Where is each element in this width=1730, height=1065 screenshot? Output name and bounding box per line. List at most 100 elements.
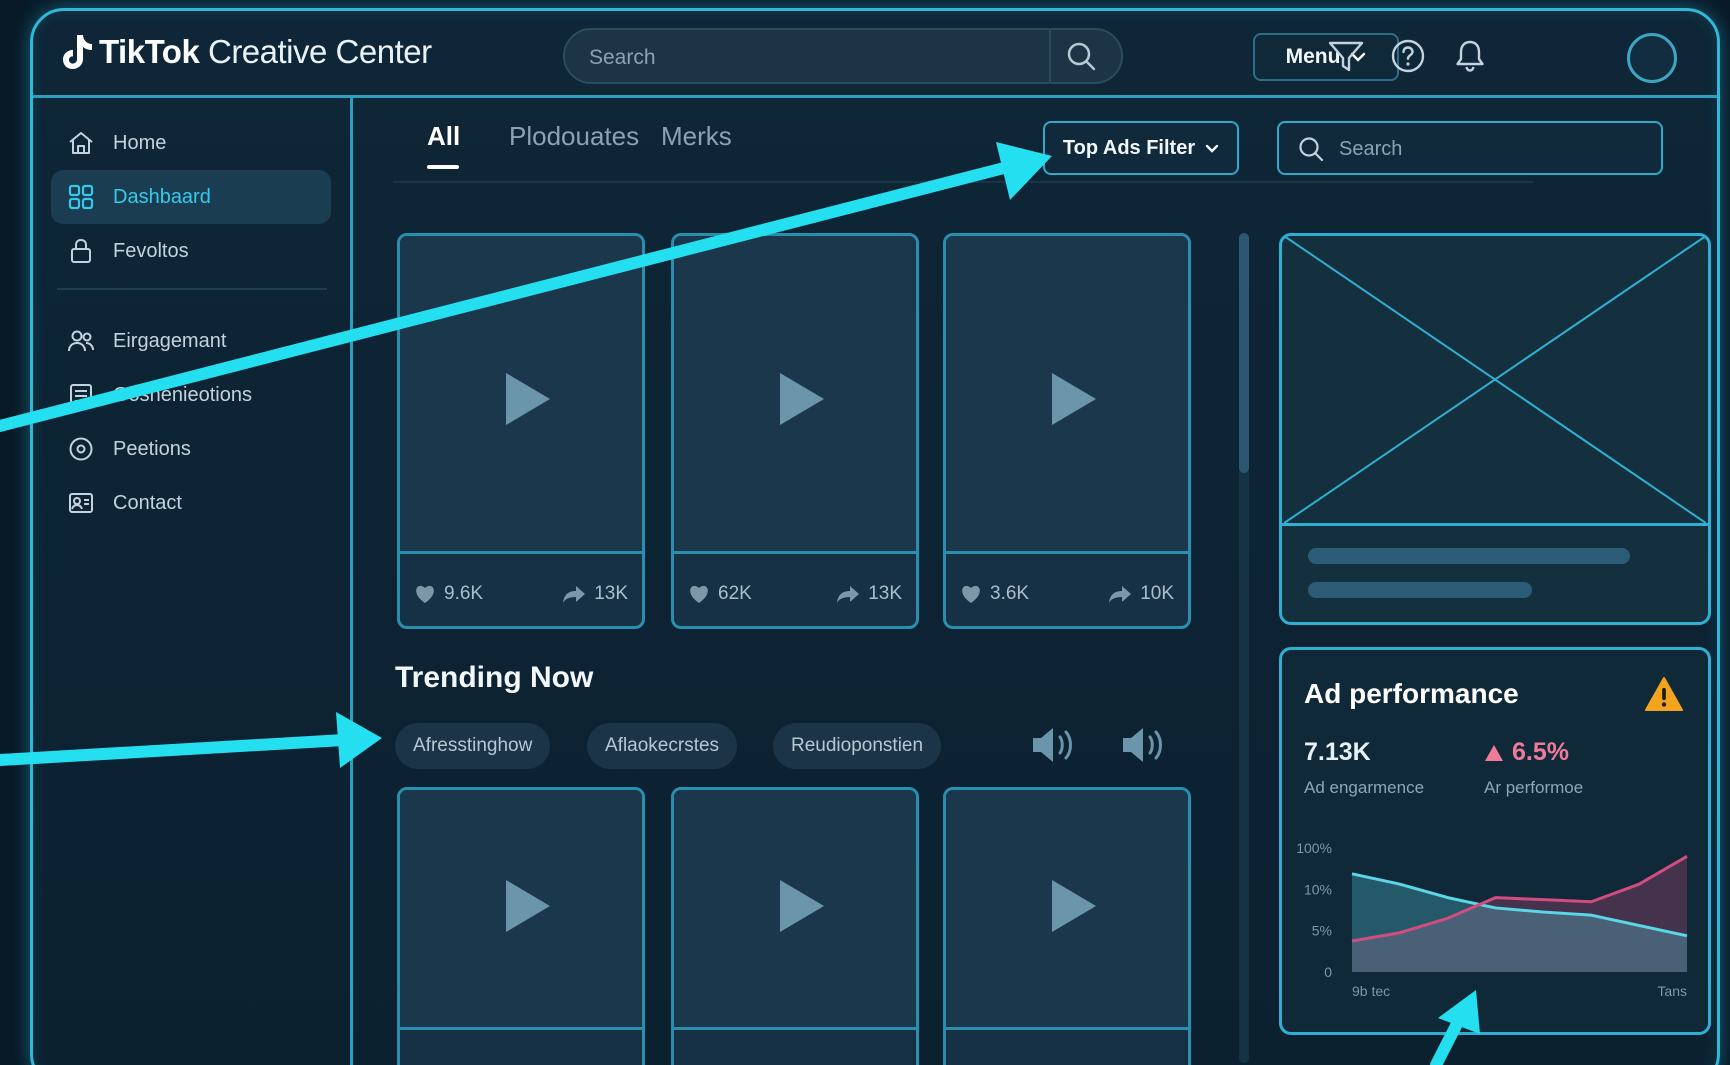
app-window: TikTok Creative Center Search Menu Home … (30, 8, 1720, 1065)
sidebar: Home Dashbaard Fevoltos Eirgagemant Gosn… (33, 98, 353, 1065)
y-tick-label: 100% (1296, 840, 1332, 856)
shares-count: 10K (1140, 583, 1174, 604)
sidebar-divider (57, 288, 327, 290)
y-tick-label: 5% (1312, 923, 1332, 939)
tab-label: Plodouates (509, 121, 640, 151)
tab-all[interactable]: All (427, 121, 461, 169)
shares-stat: 13K (836, 583, 902, 605)
tab-products[interactable]: Plodouates (509, 121, 639, 152)
play-icon[interactable] (778, 878, 826, 934)
shares-stat: 13K (562, 583, 628, 605)
content-search-input[interactable]: Search (1277, 121, 1663, 175)
play-icon[interactable] (778, 371, 826, 427)
sidebar-item-label: Gosnenieotions (113, 383, 252, 406)
skeleton-line (1308, 548, 1630, 564)
speaker-icon[interactable] (1029, 723, 1081, 767)
scrollbar-thumb[interactable] (1239, 233, 1249, 473)
performance-label: Ar performoe (1484, 778, 1584, 797)
play-icon[interactable] (1050, 878, 1098, 934)
y-tick-label: 10% (1304, 881, 1332, 897)
sidebar-item-home[interactable]: Home (51, 116, 331, 170)
engagement-value: 7.13K (1304, 738, 1371, 766)
sidebar-item-label: Home (113, 131, 167, 154)
performance-value: 6.5% (1484, 738, 1569, 767)
heart-icon (690, 585, 708, 603)
grid-icon (68, 184, 94, 210)
engagement-label: Ad engarmence (1304, 778, 1425, 797)
avatar[interactable] (1627, 33, 1677, 83)
video-card[interactable] (671, 787, 919, 1065)
share-icon (837, 586, 860, 603)
x-tick-label: 9b tec (1352, 983, 1390, 999)
active-tab-indicator (427, 165, 459, 169)
play-icon[interactable] (504, 878, 552, 934)
video-stats: 62K 13K (674, 562, 916, 626)
sidebar-item-contact[interactable]: Contact (51, 476, 331, 530)
bell-icon[interactable] (1451, 37, 1489, 75)
filter-icon[interactable] (1327, 37, 1365, 75)
likes-count: 3.6K (990, 583, 1030, 604)
performance-value-text: 6.5% (1512, 738, 1569, 766)
sidebar-item-label: Eirgagemant (113, 329, 227, 352)
shares-count: 13K (594, 583, 628, 604)
contact-icon (69, 493, 93, 513)
likes-stat: 62K (688, 583, 752, 605)
share-icon (1109, 586, 1132, 603)
video-card[interactable] (943, 787, 1191, 1065)
top-search-divider (1049, 30, 1051, 82)
trending-title: Trending Now (395, 661, 594, 694)
search-icon[interactable] (1065, 40, 1099, 74)
likes-stat: 3.6K (960, 583, 1029, 605)
trend-chip[interactable]: Reudioponstien (773, 723, 942, 769)
sidebar-item-petitions[interactable]: Peetions (51, 422, 331, 476)
content-search-placeholder: Search (1339, 138, 1403, 160)
sidebar-item-dashboard[interactable]: Dashbaard (51, 170, 331, 224)
top-ads-filter-button[interactable]: Top Ads Filter (1043, 121, 1239, 175)
heart-icon (962, 585, 980, 603)
image-placeholder-card[interactable] (1279, 233, 1711, 625)
tab-marks[interactable]: Merks (661, 121, 732, 152)
play-icon[interactable] (504, 371, 552, 427)
video-card[interactable]: 62K 13K (671, 233, 919, 629)
video-card[interactable] (397, 787, 645, 1065)
sidebar-item-generations[interactable]: Gosnenieotions (51, 368, 331, 422)
play-icon[interactable] (1050, 371, 1098, 427)
menu-button[interactable]: Menu (1253, 33, 1399, 81)
video-stats: 9.6K 13K (400, 562, 642, 626)
skeleton-line (1308, 582, 1532, 598)
trend-chip[interactable]: Aflaokecrstes (587, 723, 738, 769)
trend-chip[interactable]: Afresstinghow (395, 723, 551, 769)
app-title: TikTok Creative Center (99, 33, 432, 70)
video-card[interactable]: 9.6K 13K (397, 233, 645, 629)
likes-count: 62K (718, 583, 752, 604)
search-icon (1299, 137, 1324, 162)
top-bar: TikTok Creative Center Search Menu (33, 11, 1717, 98)
circle-icon (69, 437, 93, 461)
lock-icon (71, 238, 91, 263)
sidebar-item-label: Peetions (113, 437, 191, 460)
x-tick-label: Tans (1657, 983, 1687, 999)
sidebar-item-label: Contact (113, 491, 182, 514)
video-stats: 3.6K 10K (946, 562, 1188, 626)
y-tick-label: 0 (1324, 964, 1332, 980)
performance-chart: 100% 10% 5% 0 9b tec Tans (1296, 840, 1688, 999)
shares-count: 13K (868, 583, 902, 604)
sidebar-item-label: Fevoltos (113, 239, 189, 262)
tab-label: All (427, 121, 461, 151)
top-search-input[interactable]: Search (563, 28, 1123, 84)
sidebar-item-favorites[interactable]: Fevoltos (51, 224, 331, 278)
sidebar-item-engagement[interactable]: Eirgagemant (51, 314, 331, 368)
list-icon (70, 384, 92, 406)
ad-performance-title: Ad performance (1304, 678, 1519, 709)
warning-icon[interactable] (1644, 676, 1684, 712)
video-card[interactable]: 3.6K 10K (943, 233, 1191, 629)
image-placeholder (1282, 236, 1708, 526)
logo[interactable]: TikTok Creative Center (63, 33, 432, 71)
home-icon (69, 132, 93, 154)
speaker-icon[interactable] (1119, 723, 1171, 767)
help-icon[interactable] (1389, 37, 1427, 75)
filter-button-label: Top Ads Filter (1062, 136, 1196, 159)
shares-stat: 10K (1108, 583, 1174, 605)
tab-label: Merks (661, 121, 732, 151)
share-icon (563, 586, 586, 603)
